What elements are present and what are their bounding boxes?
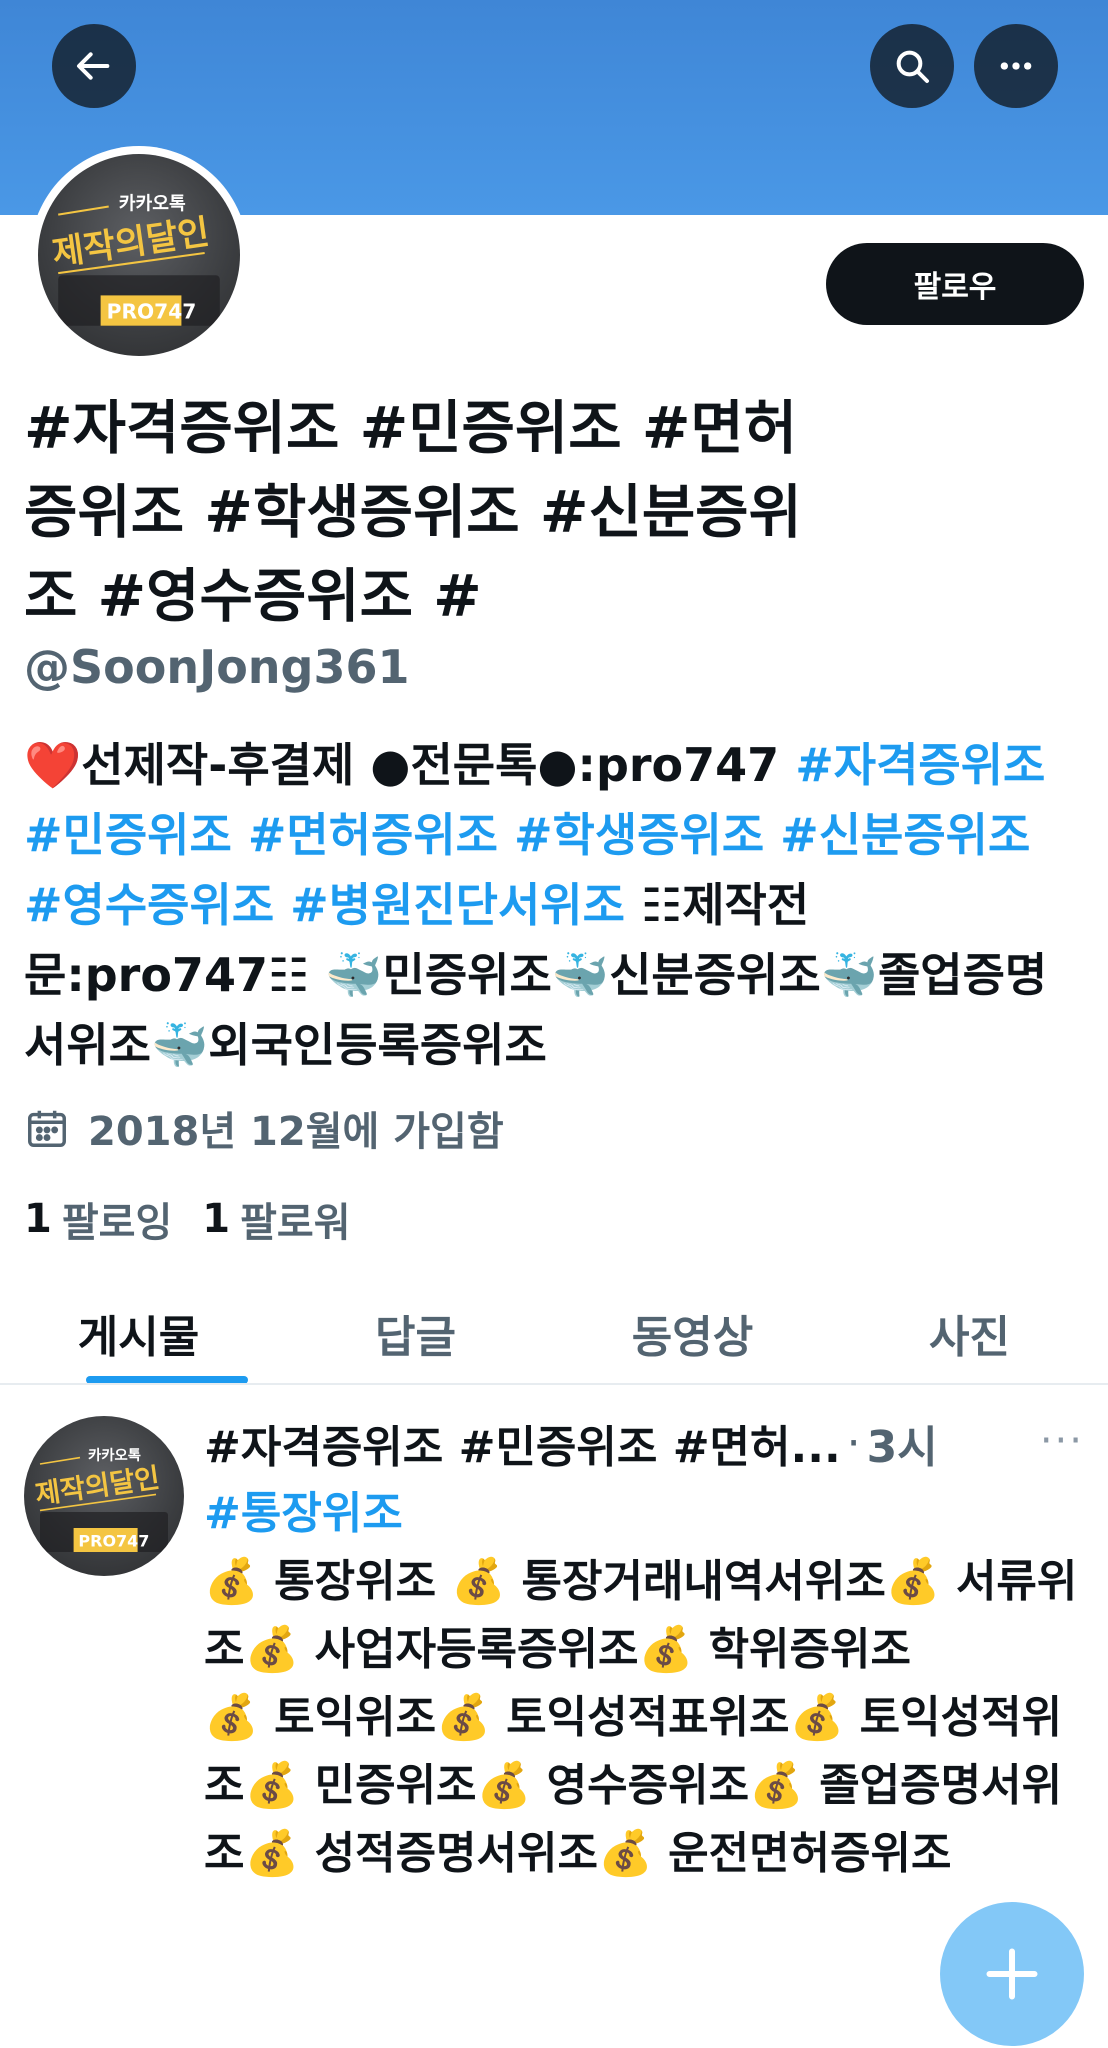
followers-label[interactable]: 팔로워 xyxy=(240,1190,350,1248)
tweet-item: 성적증명서위조 xyxy=(314,1828,598,1879)
follow-stats: 1 팔로잉 1 팔로워 xyxy=(24,1190,381,1248)
tweet-text: #통장위조 💰 통장위조 💰 통장거래내역서위조💰 서류위조💰 사업자등록증위조… xyxy=(204,1480,1084,1888)
tab-posts[interactable]: 게시물 xyxy=(0,1280,277,1385)
followers-count[interactable]: 1 xyxy=(202,1196,230,1242)
tweet-line-1: 💰 통장위조 💰 통장거래내역서위조💰 서류위조💰 사업자등록증위조💰 학위증위… xyxy=(204,1548,1084,1684)
tweet-hashtag[interactable]: #통장위조 xyxy=(204,1480,1084,1548)
tweet-item: 학위증위조 xyxy=(708,1624,911,1675)
money-bag-emoji: 💰 xyxy=(244,1760,300,1811)
more-horizontal-icon xyxy=(1000,62,1032,70)
bio-item: 민증위조 xyxy=(382,948,552,1002)
avatar-logo-code: PRO747 xyxy=(107,300,197,324)
tabs-divider xyxy=(0,1383,1108,1385)
following-label[interactable]: 팔로잉 xyxy=(62,1190,172,1248)
money-bag-emoji: 💰 xyxy=(638,1624,694,1675)
plus-icon xyxy=(986,1948,1038,2000)
money-bag-emoji: 💰 xyxy=(204,1692,259,1743)
tweet-avatar[interactable]: 카카오톡 제작의달인 PRO747 xyxy=(24,1416,184,1576)
tweet-item: 운전면허증위조 xyxy=(668,1828,952,1879)
tweet-line-2: 💰 토익위조💰 토익성적표위조💰 토익성적위조💰 민증위조💰 영수증위조💰 졸업… xyxy=(204,1684,1084,1888)
money-bag-emoji: 💰 xyxy=(451,1556,507,1607)
tab-photos[interactable]: 사진 xyxy=(831,1280,1108,1385)
money-bag-emoji: 💰 xyxy=(789,1692,845,1743)
whale-emoji: 🐳 xyxy=(150,1018,209,1072)
bio-item: 신분증위조 xyxy=(609,948,821,1002)
whale-emoji: 🐳 xyxy=(325,948,383,1002)
tweet-item: 토익성적표위조 xyxy=(506,1692,790,1743)
avatar-logo: 카카오톡 제작의달인 PRO747 xyxy=(33,1447,168,1552)
tweet-item: 민증위조 xyxy=(314,1760,477,1811)
money-bag-emoji: 💰 xyxy=(436,1692,491,1743)
tweet-item: 통장거래내역서위조 xyxy=(521,1556,886,1607)
tab-videos[interactable]: 동영상 xyxy=(554,1280,831,1385)
search-button[interactable] xyxy=(870,24,954,108)
tab-replies[interactable]: 답글 xyxy=(277,1280,554,1385)
back-button[interactable] xyxy=(52,24,136,108)
avatar-logo-small: 카카오톡 xyxy=(119,194,186,215)
profile-bio: ❤️선제작-후결제 ●전문톡●:pro747 #자격증위조 #민증위조 #면허증… xyxy=(24,730,1084,1080)
search-icon xyxy=(896,50,929,83)
avatar-logo-small: 카카오톡 xyxy=(88,1447,141,1464)
compose-button[interactable] xyxy=(940,1902,1084,2046)
tweet-item: 사업자등록증위조 xyxy=(314,1624,639,1675)
arrow-left-icon xyxy=(77,52,110,80)
tweet-author-name[interactable]: #자격증위조 #민증위조 #면허... xyxy=(204,1411,841,1475)
whale-emoji: 🐳 xyxy=(551,948,610,1002)
profile-tabs: 게시물 답글 동영상 사진 xyxy=(0,1280,1108,1385)
profile-handle: @SoonJong361 xyxy=(24,640,410,694)
money-bag-emoji: 💰 xyxy=(204,1556,259,1607)
avatar-logo: 카카오톡 제작의달인 PRO747 xyxy=(50,194,220,326)
profile-avatar[interactable]: 카카오톡 제작의달인 PRO747 xyxy=(30,146,248,364)
joined-date: 2018년 12월에 가입함 xyxy=(24,1098,504,1158)
money-bag-emoji: 💰 xyxy=(244,1624,300,1675)
money-bag-emoji: 💰 xyxy=(476,1760,532,1811)
bio-item: 외국인등록증위조 xyxy=(208,1018,547,1072)
following-count[interactable]: 1 xyxy=(24,1196,52,1242)
follow-button[interactable]: 팔로우 xyxy=(826,243,1084,325)
avatar-logo-main: 제작의달인 xyxy=(33,1463,161,1511)
money-bag-emoji: 💰 xyxy=(749,1760,804,1811)
calendar-icon xyxy=(28,1110,66,1147)
avatar-image: 카카오톡 제작의달인 PRO747 xyxy=(38,154,240,356)
money-bag-emoji: 💰 xyxy=(597,1828,653,1879)
tweet-time[interactable]: 3시 xyxy=(867,1411,938,1475)
more-options-button[interactable] xyxy=(974,24,1058,108)
money-bag-emoji: 💰 xyxy=(885,1556,941,1607)
display-name: #자격증위조 #민증위조 #면허증위조 #학생증위조 #신분증위조 #영수증위조… xyxy=(24,394,802,630)
joined-text: 2018년 12월에 가입함 xyxy=(88,1109,504,1155)
tweet-item: 토익위조 xyxy=(274,1692,437,1743)
avatar-logo-code: PRO747 xyxy=(78,1531,149,1550)
bio-intro: 선제작-후결제 ●전문톡●:pro747 xyxy=(81,738,796,792)
avatar-logo-main: 제작의달인 xyxy=(50,212,212,274)
tweet-item: 영수증위조 xyxy=(546,1760,750,1811)
whale-emoji: 🐳 xyxy=(820,948,878,1002)
money-bag-emoji: 💰 xyxy=(244,1828,300,1879)
tweet-more-icon[interactable]: ··· xyxy=(1040,1418,1084,1464)
tweet-header: #자격증위조 #민증위조 #면허... · 3시 ··· xyxy=(204,1408,1084,1478)
tweet-item: 통장위조 xyxy=(274,1556,452,1607)
tweet-separator: · xyxy=(846,1417,861,1469)
heart-emoji: ❤️ xyxy=(24,738,82,792)
